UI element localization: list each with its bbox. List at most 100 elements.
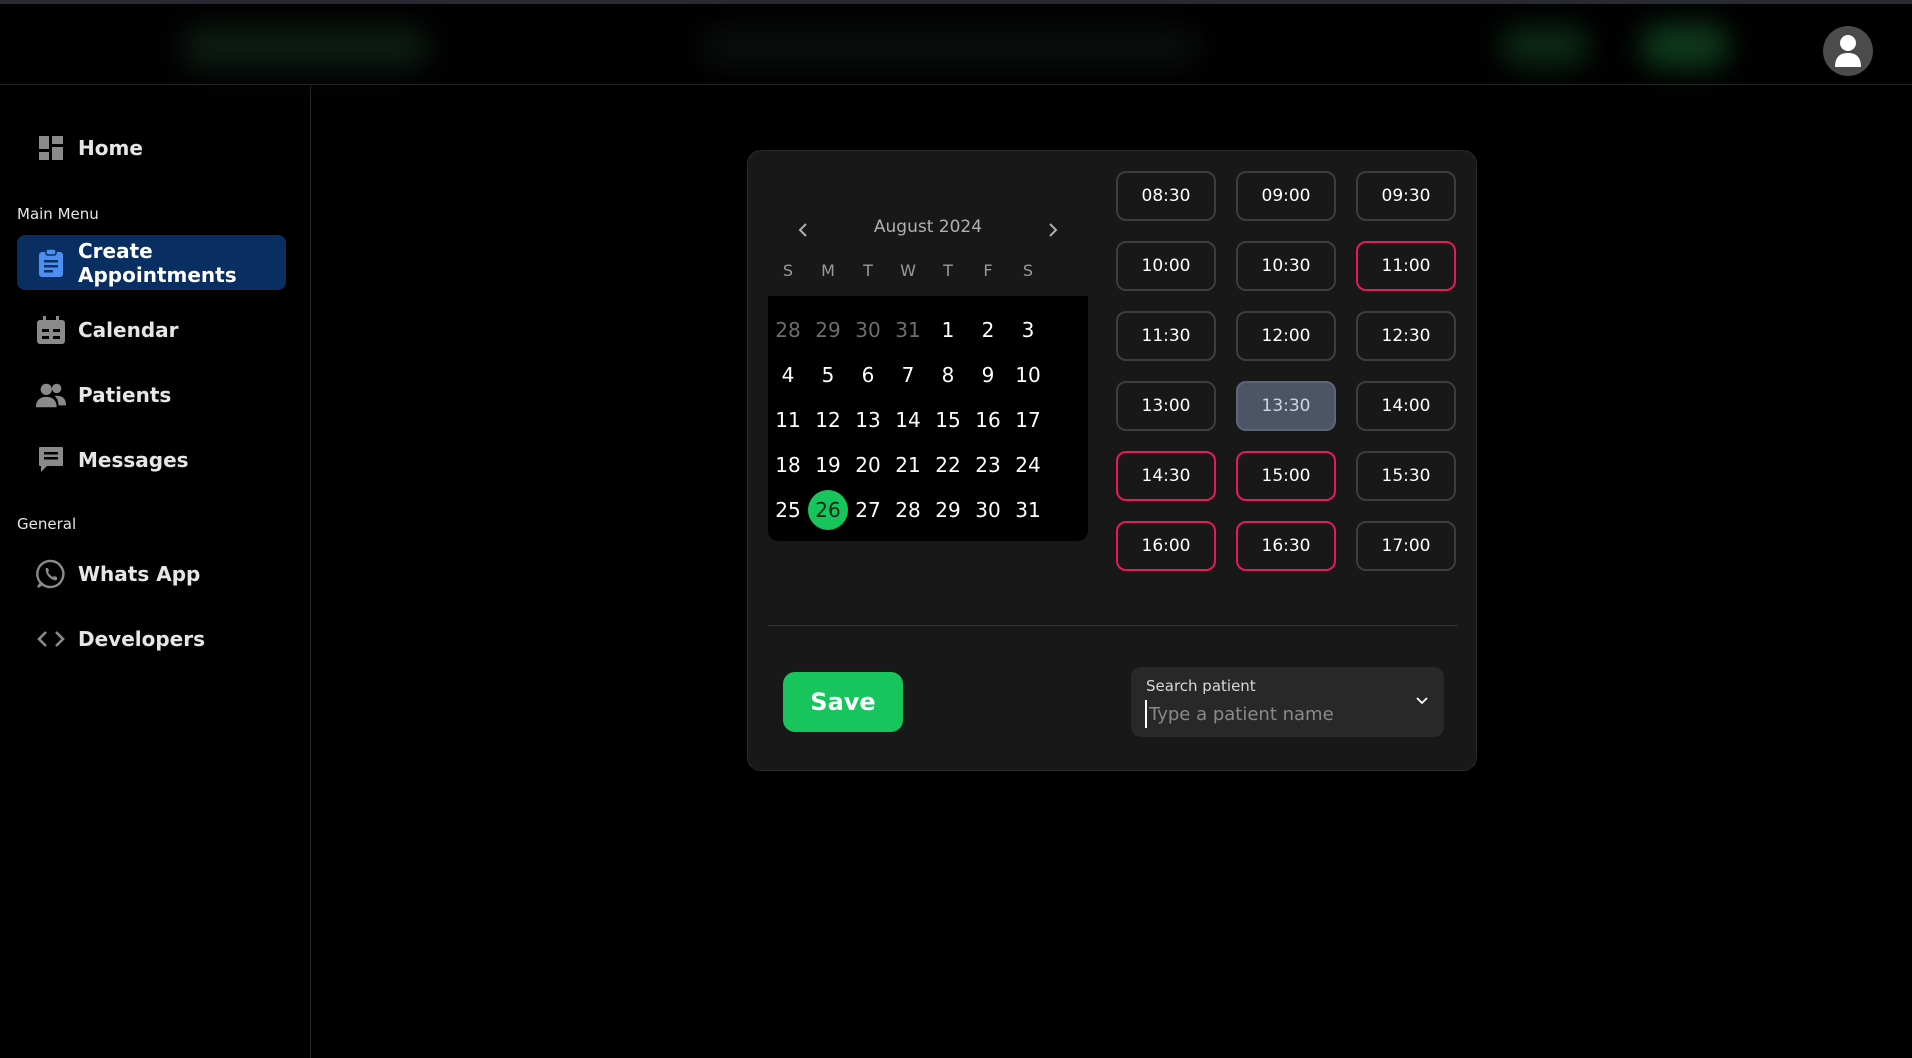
calendar-day[interactable]: 28 (768, 310, 808, 350)
sidebar-item-label: Create Appointments (78, 238, 237, 287)
calendar-day[interactable]: 28 (888, 490, 928, 530)
calendar-day[interactable]: 4 (768, 355, 808, 395)
weekday-label: S (782, 261, 794, 280)
time-slot-button[interactable]: 11:30 (1116, 311, 1216, 361)
calendar-day[interactable]: 20 (848, 445, 888, 485)
divider (768, 625, 1458, 626)
calendar-day[interactable]: 21 (888, 445, 928, 485)
weekday-label: M (821, 261, 835, 280)
dashboard-icon (35, 132, 67, 164)
time-slot-button[interactable]: 16:30 (1236, 521, 1336, 571)
time-slot-button[interactable]: 09:30 (1356, 171, 1456, 221)
calendar-day[interactable]: 1 (928, 310, 968, 350)
time-slot-button[interactable]: 13:30 (1236, 381, 1336, 431)
calendar-day[interactable]: 5 (808, 355, 848, 395)
patient-search-input[interactable] (1145, 700, 1391, 728)
calendar-day[interactable]: 14 (888, 400, 928, 440)
calendar-header: August 2024 (768, 211, 1088, 247)
calendar-day[interactable]: 31 (888, 310, 928, 350)
time-slot-button[interactable]: 10:00 (1116, 241, 1216, 291)
calendar-day[interactable]: 18 (768, 445, 808, 485)
sidebar-item-label: Developers (78, 626, 206, 651)
calendar-day[interactable]: 26 (808, 490, 848, 530)
calendar-day[interactable]: 30 (968, 490, 1008, 530)
calendar-day[interactable]: 13 (848, 400, 888, 440)
whatsapp-icon (35, 558, 67, 590)
calendar-icon (35, 314, 67, 346)
time-slot-button[interactable]: 14:00 (1356, 381, 1456, 431)
time-slot-button[interactable]: 13:00 (1116, 381, 1216, 431)
calendar-day[interactable]: 3 (1008, 310, 1048, 350)
calendar-day[interactable]: 9 (968, 355, 1008, 395)
time-slot-button[interactable]: 15:00 (1236, 451, 1336, 501)
dropdown-toggle[interactable] (1410, 689, 1434, 713)
message-icon (35, 444, 67, 476)
section-label-general: General (17, 515, 77, 533)
sidebar-item-label: Messages (78, 447, 189, 472)
weekday-label: W (900, 261, 916, 280)
patient-search-field[interactable]: Search patient (1131, 667, 1444, 737)
calendar-day[interactable]: 11 (768, 400, 808, 440)
blurred-logo (180, 24, 430, 70)
time-slot-button[interactable]: 17:00 (1356, 521, 1456, 571)
sidebar-item-messages[interactable]: Messages (17, 432, 286, 487)
time-slot-button[interactable]: 16:00 (1116, 521, 1216, 571)
calendar-day[interactable]: 6 (848, 355, 888, 395)
sidebar: Home Main Menu Create Appointments Calen… (0, 86, 311, 1058)
weekday-label: F (983, 261, 993, 280)
time-slot-button[interactable]: 09:00 (1236, 171, 1336, 221)
save-button[interactable]: Save (783, 672, 903, 732)
calendar-day[interactable]: 17 (1008, 400, 1048, 440)
sidebar-item-create-appointments[interactable]: Create Appointments (17, 235, 286, 290)
calendar-days-grid: 28 29 30 31 1 2 3 4 5 6 7 8 9 10 11 12 13 14 15 16 17 18 19 20 2… (768, 296, 1088, 541)
blurred-action-2 (1640, 24, 1730, 68)
time-slot-button[interactable]: 15:30 (1356, 451, 1456, 501)
user-icon (1835, 35, 1861, 67)
sidebar-item-label: Whats App (78, 561, 201, 586)
calendar-day[interactable]: 8 (928, 355, 968, 395)
time-slot-button[interactable]: 10:30 (1236, 241, 1336, 291)
calendar-day[interactable]: 15 (928, 400, 968, 440)
weekday-header: S M T W T F S (768, 261, 1088, 280)
calendar-day[interactable]: 29 (928, 490, 968, 530)
sidebar-item-developers[interactable]: Developers (17, 611, 286, 666)
sidebar-item-home[interactable]: Home (17, 120, 286, 175)
calendar-day[interactable]: 16 (968, 400, 1008, 440)
weekday-label: S (1022, 261, 1034, 280)
weekday-label: T (863, 261, 873, 280)
top-bar (0, 4, 1912, 85)
calendar-day[interactable]: 7 (888, 355, 928, 395)
calendar-day[interactable]: 27 (848, 490, 888, 530)
search-patient-label: Search patient (1146, 677, 1256, 695)
calendar-day[interactable]: 19 (808, 445, 848, 485)
calendar-day[interactable]: 25 (768, 490, 808, 530)
blurred-action (1500, 26, 1590, 66)
time-slot-button[interactable]: 08:30 (1116, 171, 1216, 221)
sidebar-item-calendar[interactable]: Calendar (17, 302, 286, 357)
calendar-day[interactable]: 24 (1008, 445, 1048, 485)
user-avatar[interactable] (1823, 26, 1873, 76)
calendar-day[interactable]: 30 (848, 310, 888, 350)
sidebar-item-label: Home (78, 135, 143, 160)
calendar-day[interactable]: 31 (1008, 490, 1048, 530)
calendar-day[interactable]: 2 (968, 310, 1008, 350)
code-icon (35, 623, 67, 655)
weekday-label: T (943, 261, 953, 280)
calendar-day[interactable]: 12 (808, 400, 848, 440)
blurred-nav (700, 28, 1200, 66)
sidebar-item-whatsapp[interactable]: Whats App (17, 546, 286, 601)
calendar-day[interactable]: 10 (1008, 355, 1048, 395)
sidebar-item-patients[interactable]: Patients (17, 367, 286, 422)
calendar-day[interactable]: 29 (808, 310, 848, 350)
chevron-right-icon (1049, 223, 1058, 237)
chevron-down-icon (1416, 697, 1428, 705)
clipboard-icon (35, 247, 67, 279)
time-slot-button[interactable]: 12:30 (1356, 311, 1456, 361)
time-slot-button[interactable]: 14:30 (1116, 451, 1216, 501)
sidebar-item-label: Patients (78, 382, 172, 407)
next-month-button[interactable] (1038, 215, 1068, 245)
time-slot-button[interactable]: 11:00 (1356, 241, 1456, 291)
time-slot-button[interactable]: 12:00 (1236, 311, 1336, 361)
calendar-day[interactable]: 23 (968, 445, 1008, 485)
calendar-day[interactable]: 22 (928, 445, 968, 485)
